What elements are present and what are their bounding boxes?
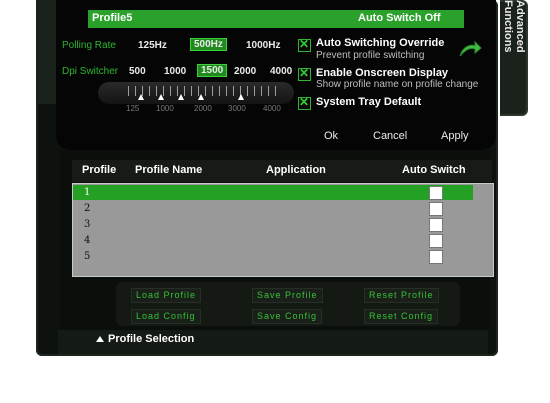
profile-selection-label: Profile Selection [108,333,195,345]
polling-option-500[interactable]: 500Hz [190,38,227,51]
polling-option-1000[interactable]: 1000Hz [246,40,280,51]
dpi-scale-label: 3000 [228,104,246,113]
dpi-marker-4000[interactable] [238,94,244,100]
dpi-option-1500[interactable]: 1500 [197,64,228,77]
current-profile-name: Profile5 [92,12,133,24]
auto-switch-override-checkbox[interactable] [298,37,311,52]
system-tray-checkbox[interactable] [298,95,311,110]
auto-switch-checkbox-row-3[interactable] [429,218,443,232]
load-profile-button[interactable]: Load Profile [131,288,202,303]
advanced-functions-tab-label[interactable]: Advanced Functions [502,0,526,100]
swap-arrow-icon[interactable] [457,38,483,60]
dpi-option-500[interactable]: 500 [129,66,146,77]
collapse-arrow-icon [96,336,104,342]
dpi-switcher-label: Dpi Switcher [62,66,119,77]
dpi-marker-2000[interactable] [198,94,204,100]
dpi-marker-1500[interactable] [178,94,184,100]
table-row[interactable]: 1 [84,187,90,198]
dpi-option-2000[interactable]: 2000 [234,66,256,77]
profile-selection-toggle[interactable]: Profile Selection [96,332,194,346]
onscreen-display-subtitle: Show profile name on profile change [316,79,479,90]
reset-profile-button[interactable]: Reset Profile [364,288,439,303]
table-row[interactable]: 3 [84,219,90,230]
auto-switch-checkbox-row-1[interactable] [429,186,443,200]
dpi-scale-label: 1000 [156,104,174,113]
cancel-button[interactable]: Cancel [373,130,407,142]
save-profile-button[interactable]: Save Profile [252,288,323,303]
apply-button[interactable]: Apply [441,130,469,142]
dpi-scale-label: 2000 [194,104,212,113]
auto-switch-checkbox-row-5[interactable] [429,250,443,264]
auto-switch-override-subtitle: Prevent profile switching [316,50,425,61]
polling-rate-label: Polling Rate [62,40,116,51]
table-row-selected[interactable] [73,185,473,200]
column-application: Application [266,164,326,176]
auto-switch-status: Auto Switch Off [358,12,441,24]
column-profile: Profile [82,164,117,176]
dpi-scale-label: 125 [126,104,140,113]
column-auto-switch: Auto Switch [402,164,466,176]
dpi-option-1000[interactable]: 1000 [164,66,186,77]
save-config-button[interactable]: Save Config [252,309,323,324]
auto-switch-checkbox-row-4[interactable] [429,234,443,248]
onscreen-display-title: Enable Onscreen Display [316,67,449,79]
table-row[interactable]: 5 [84,251,90,262]
table-row[interactable]: 4 [84,235,90,246]
table-row[interactable]: 2 [84,203,90,214]
polling-option-125[interactable]: 125Hz [138,40,167,51]
load-config-button[interactable]: Load Config [131,309,201,324]
ok-button[interactable]: Ok [324,130,338,142]
left-rail [36,0,58,104]
onscreen-display-checkbox[interactable] [298,66,311,81]
dpi-option-4000[interactable]: 4000 [270,66,292,77]
auto-switch-checkbox-row-2[interactable] [429,202,443,216]
dpi-marker-1000[interactable] [158,94,164,100]
column-profile-name: Profile Name [135,164,203,176]
reset-config-button[interactable]: Reset Config [364,309,439,324]
dpi-marker-500[interactable] [138,94,144,100]
auto-switch-override-title: Auto Switching Override [316,37,445,49]
dpi-scale-label: 4000 [263,104,281,113]
system-tray-title: System Tray Default [316,96,422,108]
